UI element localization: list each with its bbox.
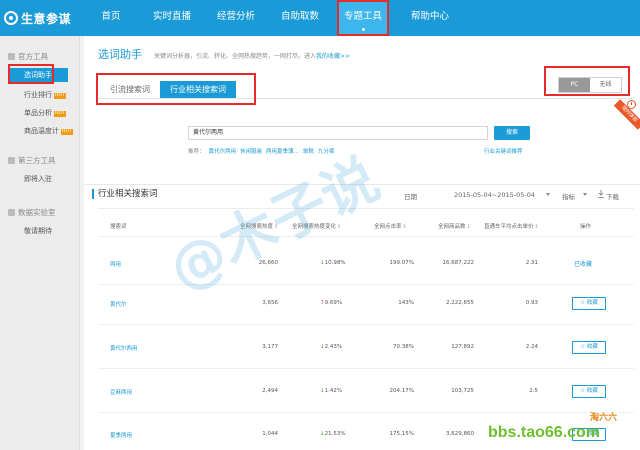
sidebar-group-third-party: 第三方工具 bbox=[8, 154, 56, 168]
nav-home[interactable]: 首页 bbox=[96, 0, 126, 36]
nav-special-tools-label: 专题工具 bbox=[343, 11, 382, 22]
nav-operations[interactable]: 经营分析 bbox=[212, 0, 260, 36]
sort-icon[interactable]: ⇕ bbox=[535, 224, 539, 230]
active-dot-icon bbox=[361, 28, 365, 31]
row-change: ↓21.53% bbox=[320, 431, 346, 437]
col-keyword: 搜索词 bbox=[110, 224, 127, 230]
rec-keyword[interactable]: 两用夏季薄... bbox=[266, 149, 299, 155]
favorited-label[interactable]: 已收藏 bbox=[574, 259, 592, 268]
favorites-link[interactable]: 我的收藏>> bbox=[316, 53, 350, 60]
sidebar: 官方工具 选词助手 行业排行 HOT 单品分析 HOT 商品温度计 HOT 第三方工具… bbox=[0, 36, 80, 450]
favorite-button[interactable]: ☆ 收藏 bbox=[572, 341, 606, 354]
trial-ribbon: 限时体验 bbox=[613, 99, 640, 130]
rec-keyword[interactable]: 休闲服装 bbox=[240, 149, 262, 155]
industry-suggest-link[interactable]: 行业关键词推荐 bbox=[484, 147, 523, 155]
row-cpc: 2.31 bbox=[525, 260, 538, 266]
date-range-select[interactable]: 2015-05-04~2015-05-04 bbox=[454, 191, 535, 199]
row-items: 127,892 bbox=[451, 344, 474, 350]
section-accent bbox=[92, 189, 94, 199]
hot-badge: HOT bbox=[54, 111, 66, 117]
row-heat: 3,177 bbox=[262, 344, 278, 350]
favorite-button[interactable]: ☆ 收藏 bbox=[572, 385, 606, 398]
nav-self-service[interactable]: 自助取数 bbox=[276, 0, 324, 36]
sidebar-item-industry-rank[interactable]: 行业排行 HOT bbox=[24, 88, 66, 102]
row-items: 103,725 bbox=[451, 388, 474, 394]
nav-help[interactable]: 帮助中心 bbox=[406, 0, 454, 36]
row-heat: 2,494 bbox=[262, 388, 278, 394]
row-heat: 1,044 bbox=[262, 431, 278, 437]
group-icon bbox=[8, 53, 15, 60]
row-heat: 3,656 bbox=[262, 300, 278, 306]
section-title: 行业相关搜索词 bbox=[98, 189, 158, 199]
recommendations: 推荐： 黄代尔两用 休闲服装 两用夏季薄... 单靴 九分裤 bbox=[188, 149, 335, 155]
row-keyword[interactable]: 两用 bbox=[110, 260, 121, 268]
site-watermark: bbs.tao66.com bbox=[488, 424, 601, 441]
app-logo[interactable]: 生意参谋 bbox=[4, 7, 71, 29]
brand-watermark: 淘六六 bbox=[590, 413, 618, 423]
row-items: 2,222,655 bbox=[446, 300, 474, 306]
highlight-box-tabs bbox=[96, 73, 256, 105]
row-ctr: 70.38% bbox=[393, 344, 414, 350]
highlight-box-device bbox=[544, 66, 630, 96]
row-ctr: 204.17% bbox=[389, 388, 414, 394]
col-items[interactable]: 全网商品数⇕ bbox=[438, 222, 471, 230]
hot-badge: HOT bbox=[61, 129, 73, 135]
row-keyword[interactable]: 黄代尔 bbox=[110, 300, 127, 308]
row-ctr: 143% bbox=[398, 300, 414, 306]
row-keyword[interactable]: 夏季两用 bbox=[110, 431, 132, 439]
search-button[interactable]: 搜索 bbox=[494, 126, 530, 140]
col-action: 操作 bbox=[580, 224, 592, 230]
row-divider bbox=[98, 324, 634, 325]
row-keyword[interactable]: 黄代尔两用 bbox=[110, 344, 138, 352]
logo-icon bbox=[4, 11, 18, 25]
metric-select[interactable]: 指标 bbox=[562, 191, 575, 201]
row-items: 3,629,860 bbox=[446, 431, 474, 437]
group-icon bbox=[8, 209, 15, 216]
col-ctr[interactable]: 全网点击率⇕ bbox=[374, 222, 407, 230]
hot-badge: HOT bbox=[54, 93, 66, 99]
favorite-button[interactable]: ☆ 收藏 bbox=[572, 297, 606, 310]
sidebar-item-stay-tuned[interactable]: 敬请期待 bbox=[24, 224, 52, 238]
row-change: ↓10.98% bbox=[320, 260, 346, 266]
date-label: 日期 bbox=[404, 193, 417, 201]
sidebar-item-thermometer[interactable]: 商品温度计 HOT bbox=[24, 124, 73, 138]
app-name: 生意参谋 bbox=[21, 11, 72, 26]
sidebar-item-product-analysis[interactable]: 单品分析 HOT bbox=[24, 106, 66, 120]
nav-special-tools[interactable]: 专题工具 bbox=[337, 0, 389, 36]
page-title: 选词助手 bbox=[98, 48, 142, 61]
page-description: 关键词分析器，引流、转化、全网热搜趋势，一网打尽。进入我的收藏>> bbox=[154, 53, 351, 60]
rec-keyword[interactable]: 黄代尔两用 bbox=[209, 149, 237, 155]
group-icon bbox=[8, 157, 15, 164]
chevron-down-icon[interactable] bbox=[583, 193, 587, 196]
row-change: ↓1.42% bbox=[320, 388, 343, 394]
nav-realtime[interactable]: 实时直播 bbox=[148, 0, 196, 36]
sort-icon[interactable]: ⇕ bbox=[467, 224, 471, 230]
rec-keyword[interactable]: 单靴 bbox=[303, 149, 314, 155]
sidebar-item-coming-soon[interactable]: 即将入驻 bbox=[24, 172, 52, 186]
row-ctr: 199.07% bbox=[389, 260, 414, 266]
row-keyword[interactable]: 豆麻两用 bbox=[110, 388, 132, 396]
row-change: ↑9.69% bbox=[320, 300, 343, 306]
sidebar-group-lab: 数据实验室 bbox=[8, 206, 56, 220]
download-button[interactable]: 下载 bbox=[606, 191, 619, 201]
row-divider bbox=[98, 368, 634, 369]
sort-icon[interactable]: ⇕ bbox=[403, 224, 407, 230]
search-input[interactable]: 黄代尔两用 bbox=[188, 126, 488, 140]
row-cpc: 0.93 bbox=[525, 300, 538, 306]
download-icon[interactable] bbox=[598, 190, 604, 198]
row-divider bbox=[98, 412, 634, 413]
chevron-down-icon[interactable] bbox=[546, 193, 550, 196]
top-navigation: 生意参谋 首页 实时直播 经营分析 自助取数 专题工具 帮助中心 bbox=[0, 0, 640, 36]
row-items: 16,687,222 bbox=[442, 260, 475, 266]
row-change: ↓2.43% bbox=[320, 344, 343, 350]
row-ctr: 175.15% bbox=[389, 431, 414, 437]
highlight-box-sidebar bbox=[8, 64, 54, 84]
row-cpc: 2.5 bbox=[529, 388, 538, 394]
row-cpc: 2.24 bbox=[525, 344, 538, 350]
col-cpc[interactable]: 直通车平均点击单价⇕ bbox=[484, 222, 539, 230]
sidebar-group-official: 官方工具 bbox=[8, 50, 48, 64]
